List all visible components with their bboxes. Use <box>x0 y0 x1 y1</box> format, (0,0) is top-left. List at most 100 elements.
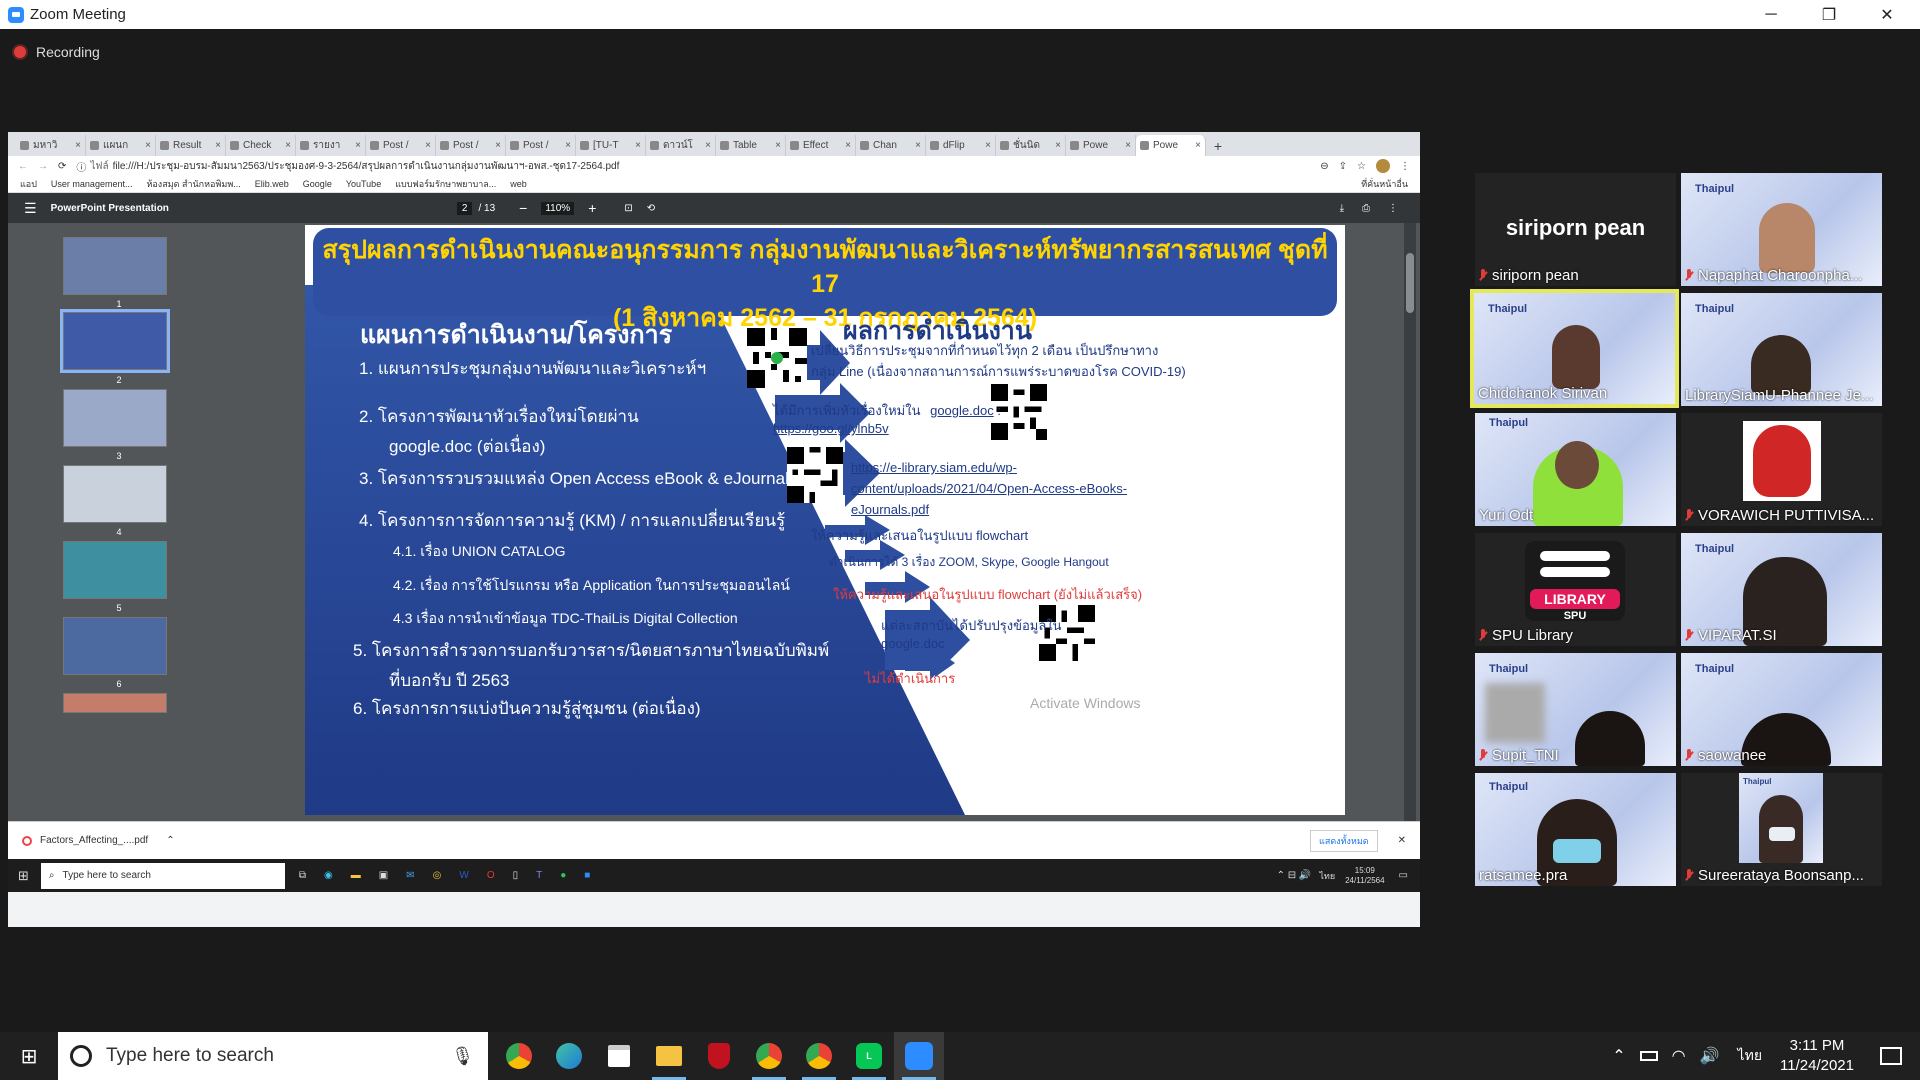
zoom-icon[interactable] <box>894 1032 944 1080</box>
browser-tab[interactable]: Result × <box>156 135 226 156</box>
tab-close-icon[interactable]: × <box>1055 140 1061 151</box>
fit-page-icon[interactable]: ⊡ <box>624 203 632 214</box>
page-thumbnail[interactable] <box>63 541 167 599</box>
tab-close-icon[interactable]: × <box>495 140 501 151</box>
page-thumbnail[interactable] <box>63 389 167 447</box>
microphone-icon[interactable]: 🎙 <box>451 1046 474 1067</box>
pdf-more-icon[interactable]: ⋮ <box>1388 203 1398 214</box>
page-input[interactable]: 2 <box>456 201 473 215</box>
participant-tile[interactable]: Thaipul VIPARAT.SI <box>1681 533 1882 646</box>
browser-menu-icon[interactable]: ⋮ <box>1400 161 1410 172</box>
page-thumbnail[interactable] <box>63 465 167 523</box>
tab-close-icon[interactable]: × <box>565 140 571 151</box>
browser-tab[interactable]: Post / × <box>436 135 506 156</box>
participant-tile[interactable]: Thaipul ratsamee.pra <box>1475 773 1676 886</box>
browser-tab[interactable]: รายงา × <box>296 135 366 156</box>
browser-tab[interactable]: แผนก × <box>86 135 156 156</box>
goo-gl-link[interactable]: https://goo.gl/ylnb5v <box>773 421 889 436</box>
bookmark-item[interactable]: User management... <box>51 179 133 189</box>
mcafee-icon[interactable] <box>694 1032 744 1080</box>
participant-tile-active-speaker[interactable]: Thaipul Chidchanok Sirivan <box>1470 289 1679 408</box>
chrome-profile-2-icon[interactable] <box>794 1032 844 1080</box>
store-icon[interactable] <box>594 1032 644 1080</box>
inner-clock[interactable]: 15:09 24/11/2564 <box>1345 866 1384 886</box>
participant-tile[interactable]: Thaipul Napaphat Charoonpha... <box>1681 173 1882 286</box>
inner-taskview-icon[interactable]: ⧉ <box>299 870 306 881</box>
tab-close-icon[interactable]: × <box>985 140 991 151</box>
wifi-icon[interactable]: ◠ <box>1672 1046 1686 1066</box>
inner-zoom-icon[interactable]: ■ <box>584 870 590 881</box>
tab-close-icon[interactable]: × <box>285 140 291 151</box>
inner-opera-icon[interactable]: O <box>487 870 495 881</box>
tab-close-icon[interactable]: × <box>775 140 781 151</box>
inner-store-icon[interactable]: ▣ <box>379 870 388 881</box>
page-thumbnail[interactable] <box>60 309 170 373</box>
restore-button[interactable]: ❐ <box>1800 0 1858 29</box>
browser-tab[interactable]: Check × <box>226 135 296 156</box>
recording-indicator[interactable]: Recording <box>14 44 100 60</box>
zoom-level[interactable]: 110% <box>541 201 575 215</box>
show-all-button[interactable]: แสดงทั้งหมด <box>1310 829 1378 852</box>
browser-tab[interactable]: Table × <box>716 135 786 156</box>
inner-chrome-icon[interactable]: ◎ <box>433 870 442 881</box>
line-icon[interactable]: L <box>844 1032 894 1080</box>
share-icon[interactable]: ⇪ <box>1339 161 1347 172</box>
browser-tab[interactable]: Powe × <box>1136 135 1206 156</box>
inner-start-icon[interactable]: ⊞ <box>18 868 29 884</box>
browser-tab[interactable]: Post / × <box>506 135 576 156</box>
download-file-name[interactable]: Factors_Affecting_....pdf <box>40 835 148 846</box>
inner-mail-icon[interactable]: ✉ <box>406 870 414 881</box>
edge-icon[interactable] <box>544 1032 594 1080</box>
inner-word-icon[interactable]: W <box>459 870 468 881</box>
participant-tile[interactable]: Thaipul Supit_TNI <box>1475 653 1676 766</box>
participant-tile[interactable]: VORAWICH PUTTIVISA... <box>1681 413 1882 526</box>
profile-avatar[interactable] <box>1376 159 1390 173</box>
participant-tile[interactable]: Thaipul saowanee <box>1681 653 1882 766</box>
tray-chevron-icon[interactable]: ⌃ <box>1612 1046 1625 1066</box>
star-icon[interactable]: ☆ <box>1357 161 1366 172</box>
tab-close-icon[interactable]: × <box>215 140 221 151</box>
print-icon[interactable]: ⎙ <box>1362 203 1370 214</box>
bookmark-apps[interactable]: แอป <box>20 177 37 191</box>
new-tab-icon[interactable]: + <box>1206 135 1230 156</box>
bookmark-item[interactable]: Google <box>303 179 332 189</box>
reload-icon[interactable]: ⟳ <box>58 161 66 172</box>
tab-close-icon[interactable]: × <box>75 140 81 151</box>
inner-explorer-icon[interactable]: ▬ <box>351 870 361 881</box>
address-bar[interactable]: file:///H:/ประชุม-อบรม-สัมมนา2563/ประชุม… <box>113 159 1213 174</box>
rotate-icon[interactable]: ⟲ <box>647 203 655 214</box>
battery-icon[interactable] <box>1639 1051 1658 1061</box>
taskbar-search-box[interactable]: Type here to search 🎙 <box>58 1032 488 1080</box>
browser-tab[interactable]: ดาวน์โ × <box>646 135 716 156</box>
scrollbar-thumb[interactable] <box>1406 253 1414 313</box>
inner-teams-icon[interactable]: T <box>536 870 542 881</box>
file-explorer-icon[interactable] <box>644 1032 694 1080</box>
zoom-in-icon[interactable]: + <box>588 200 596 216</box>
tab-close-icon[interactable]: × <box>635 140 641 151</box>
participant-tile[interactable]: Thaipul LibrarySiamU-Phannee Je... <box>1681 293 1882 406</box>
tab-close-icon[interactable]: × <box>845 140 851 151</box>
participant-tile[interactable]: Thaipul Yuri Odt <box>1475 413 1676 526</box>
bookmark-item[interactable]: web <box>510 179 527 189</box>
download-chevron-icon[interactable]: ⌃ <box>166 835 174 846</box>
tab-close-icon[interactable]: × <box>705 140 711 151</box>
participant-tile[interactable]: Thaipul Sureerataya Boonsanp... <box>1681 773 1882 886</box>
browser-tab[interactable]: Post / × <box>366 135 436 156</box>
browser-tab[interactable]: มหาวิ × <box>16 135 86 156</box>
inner-file-icon[interactable]: ▯ <box>513 870 519 881</box>
page-thumbnail[interactable] <box>63 693 167 713</box>
inner-notification-icon[interactable]: ▭ <box>1399 870 1408 881</box>
page-thumbnail[interactable] <box>63 617 167 675</box>
tab-close-icon[interactable]: × <box>145 140 151 151</box>
other-bookmarks[interactable]: ที่คั่นหน้าอื่น <box>1361 177 1408 191</box>
participant-tile[interactable]: siriporn pean siriporn pean <box>1475 173 1676 286</box>
bookmark-item[interactable]: แบบฟอร์มรักษาพยาบาล... <box>395 177 496 191</box>
chrome-profile-icon[interactable] <box>744 1032 794 1080</box>
bookmark-item[interactable]: ห้องสมุด สำนักหอพิมพ... <box>146 177 240 191</box>
tab-close-icon[interactable]: × <box>915 140 921 151</box>
inner-lang[interactable]: ไทย <box>1319 869 1335 883</box>
minimize-button[interactable]: ─ <box>1742 0 1800 29</box>
tab-close-icon[interactable]: × <box>1195 140 1201 151</box>
browser-tab[interactable]: dFlip × <box>926 135 996 156</box>
inner-search-box[interactable]: ⌕ Type here to search <box>40 862 285 889</box>
